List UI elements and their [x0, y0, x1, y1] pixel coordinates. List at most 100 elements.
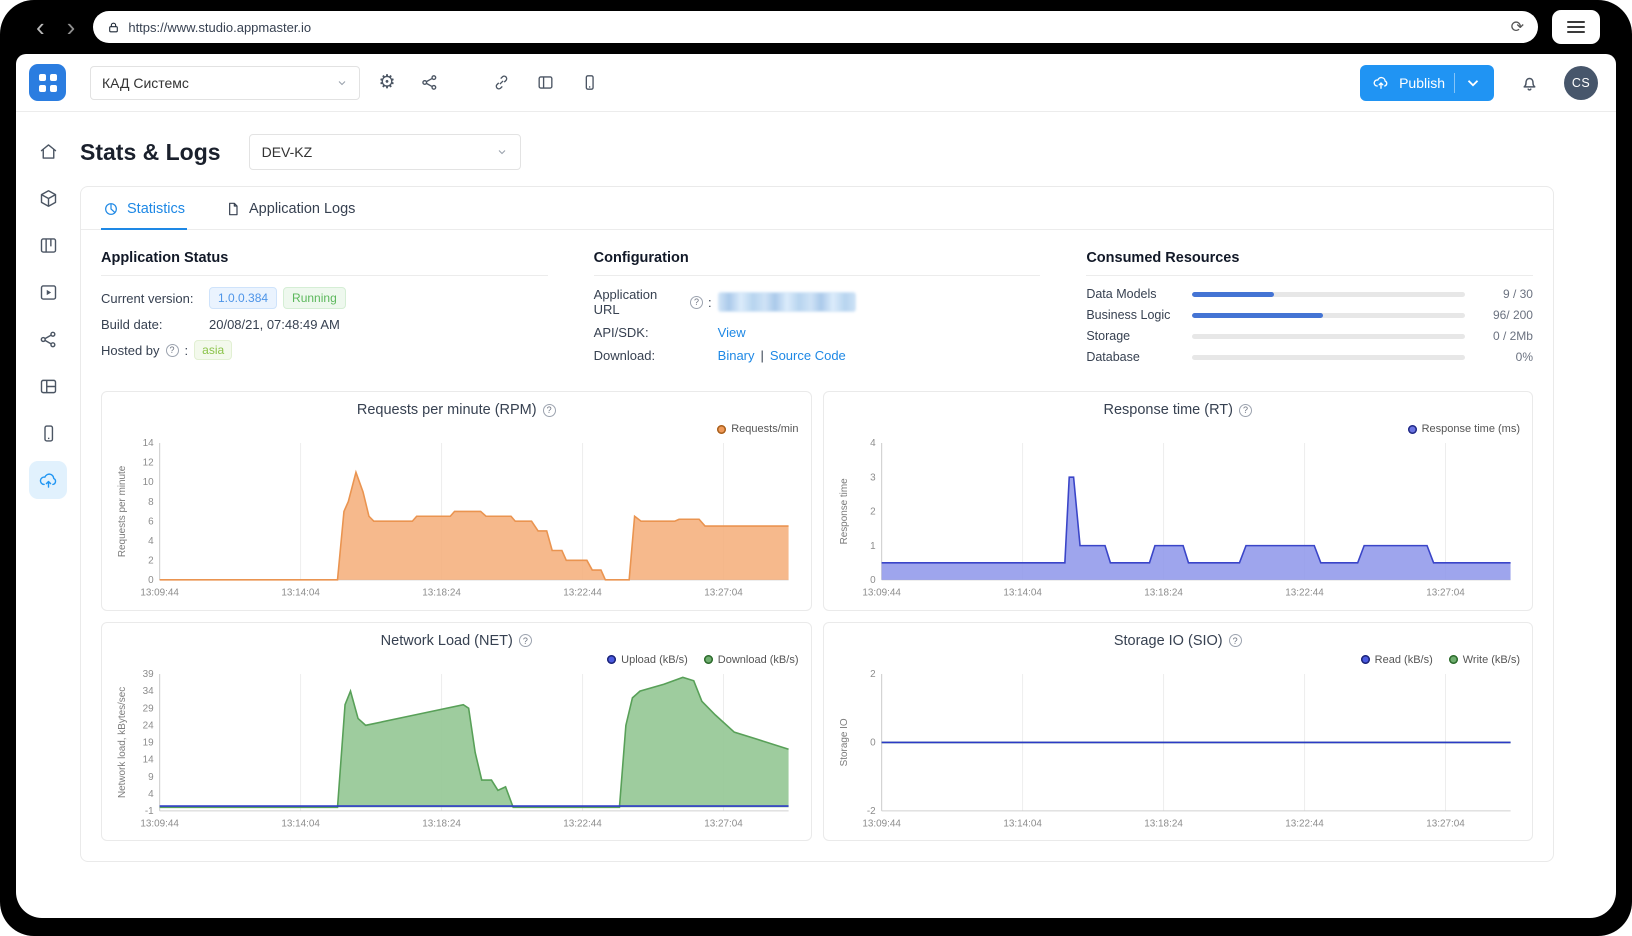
colon: :	[708, 295, 712, 310]
svg-text:13:14:04: 13:14:04	[281, 588, 320, 599]
svg-text:13:22:44: 13:22:44	[1285, 818, 1324, 829]
sidebar-item-data-models[interactable]	[29, 179, 67, 217]
svg-text:Response time: Response time	[838, 478, 849, 545]
svg-text:13:14:04: 13:14:04	[281, 818, 320, 829]
resource-value: 9 / 30	[1475, 287, 1533, 301]
environment-selector[interactable]: DEV-KZ	[249, 134, 521, 170]
svg-text:24: 24	[143, 720, 155, 731]
legend-dot-icon	[717, 425, 726, 434]
sidebar-item-home[interactable]	[29, 132, 67, 170]
chart-legend: Read (kB/s) Write (kB/s)	[836, 652, 1521, 668]
share-nodes-icon	[420, 73, 439, 92]
project-selector[interactable]: КАД Системс	[90, 66, 360, 100]
svg-text:Storage IO: Storage IO	[838, 718, 849, 766]
legend-item[interactable]: Response time (ms)	[1408, 421, 1520, 437]
cloud-upload-icon	[1372, 74, 1390, 92]
project-name: КАД Системс	[102, 75, 189, 91]
api-sdk-label: API/SDK:	[594, 325, 712, 340]
chart-title: Response time (RT)	[1104, 402, 1233, 418]
svg-text:14: 14	[143, 438, 155, 449]
forward-button[interactable]: ›	[63, 14, 80, 40]
legend-label: Download (kB/s)	[718, 654, 799, 666]
info-icon[interactable]: ?	[166, 344, 179, 357]
chart-canvas: 0123413:09:4413:14:0413:18:2413:22:4413:…	[836, 437, 1521, 606]
web-designer-button[interactable]	[530, 68, 560, 98]
avatar[interactable]: CS	[1564, 66, 1598, 100]
environment-name: DEV-KZ	[262, 144, 313, 160]
svg-text:13:09:44: 13:09:44	[140, 588, 179, 599]
chart-storage-io: Storage IO (SIO)? Read (kB/s) Write (kB/s…	[823, 622, 1534, 842]
chart-title: Requests per minute (RPM)	[357, 402, 537, 418]
chart-legend: Response time (ms)	[836, 421, 1521, 437]
settings-button[interactable]: ⚙	[372, 68, 402, 98]
legend-item[interactable]: Requests/min	[717, 421, 798, 437]
refresh-icon[interactable]: ⟳	[1511, 17, 1524, 37]
appmaster-logo-icon[interactable]	[29, 64, 66, 101]
svg-text:4: 4	[870, 438, 876, 449]
legend-item[interactable]: Write (kB/s)	[1449, 652, 1520, 668]
configuration-section: Configuration Application URL?: API/SDK:…	[594, 250, 1041, 371]
svg-text:13:18:24: 13:18:24	[422, 818, 461, 829]
sidebar-item-business-logic[interactable]	[29, 226, 67, 264]
resource-label: Data Models	[1086, 287, 1182, 301]
tab-statistics-label: Statistics	[127, 201, 185, 217]
sidebar-item-web-apps[interactable]	[29, 367, 67, 405]
info-icon[interactable]: ?	[1239, 404, 1252, 417]
sidebar-item-run[interactable]	[29, 273, 67, 311]
sidebar-item-endpoints[interactable]	[29, 320, 67, 358]
url-text: https://www.studio.appmaster.io	[128, 20, 1502, 35]
tab-application-logs[interactable]: Application Logs	[223, 187, 357, 230]
legend-dot-icon	[1361, 655, 1370, 664]
mobile-designer-button[interactable]	[574, 68, 604, 98]
info-icon[interactable]: ?	[1229, 634, 1242, 647]
layout-panel-icon	[536, 73, 555, 92]
share-button[interactable]	[414, 68, 444, 98]
sidebar-item-deploy[interactable]	[29, 461, 67, 499]
legend-item[interactable]: Upload (kB/s)	[607, 652, 688, 668]
page-title: Stats & Logs	[80, 139, 221, 166]
chart-title: Storage IO (SIO)	[1114, 633, 1223, 649]
svg-text:Requests per minute: Requests per minute	[117, 465, 128, 557]
app-header: КАД Системс ⚙ Pub	[16, 54, 1616, 112]
browser-menu-button[interactable]	[1552, 10, 1600, 44]
status-badge: Running	[283, 287, 346, 309]
binary-link[interactable]: Binary	[718, 348, 755, 363]
source-code-link[interactable]: Source Code	[770, 348, 846, 363]
info-icon[interactable]: ?	[519, 634, 532, 647]
info-icon[interactable]: ?	[690, 296, 703, 309]
workspace-tools	[486, 68, 604, 98]
progress-fill	[1192, 292, 1274, 297]
svg-text:13:18:24: 13:18:24	[1144, 588, 1183, 599]
legend-item[interactable]: Read (kB/s)	[1361, 652, 1433, 668]
back-button[interactable]: ‹	[32, 14, 49, 40]
legend-label: Write (kB/s)	[1463, 654, 1520, 666]
resource-value: 0%	[1475, 350, 1533, 364]
divider	[594, 275, 1041, 276]
application-url-value-redacted[interactable]	[718, 292, 856, 312]
notifications-button[interactable]	[1514, 68, 1544, 98]
chevron-down-icon	[496, 146, 508, 158]
legend-item[interactable]: Download (kB/s)	[704, 652, 799, 668]
svg-text:19: 19	[143, 737, 155, 748]
publish-button[interactable]: Publish	[1360, 65, 1494, 101]
tab-statistics[interactable]: Statistics	[101, 187, 187, 230]
version-badge[interactable]: 1.0.0.384	[209, 287, 277, 309]
resource-label: Database	[1086, 350, 1182, 364]
info-icon[interactable]: ?	[543, 404, 556, 417]
address-bar[interactable]: https://www.studio.appmaster.io ⟳	[93, 11, 1538, 43]
main-content: Stats & Logs DEV-KZ Statistics	[80, 112, 1616, 918]
view-link[interactable]: View	[718, 325, 746, 340]
legend-label: Upload (kB/s)	[621, 654, 688, 666]
tab-bar: Statistics Application Logs	[81, 187, 1553, 230]
home-icon	[38, 141, 59, 162]
download-row: Download: Binary | Source Code	[594, 348, 1041, 363]
divider	[101, 275, 548, 276]
svg-text:13:09:44: 13:09:44	[862, 818, 901, 829]
legend-dot-icon	[607, 655, 616, 664]
chart-rpm: Requests per minute (RPM)? Requests/min …	[101, 391, 812, 611]
sidebar-item-mobile-apps[interactable]	[29, 414, 67, 452]
link-icon	[492, 73, 511, 92]
api-sdk-row: API/SDK: View	[594, 325, 1041, 340]
integrations-button[interactable]	[486, 68, 516, 98]
window-frame: ‹ › https://www.studio.appmaster.io ⟳ КА…	[0, 0, 1632, 936]
